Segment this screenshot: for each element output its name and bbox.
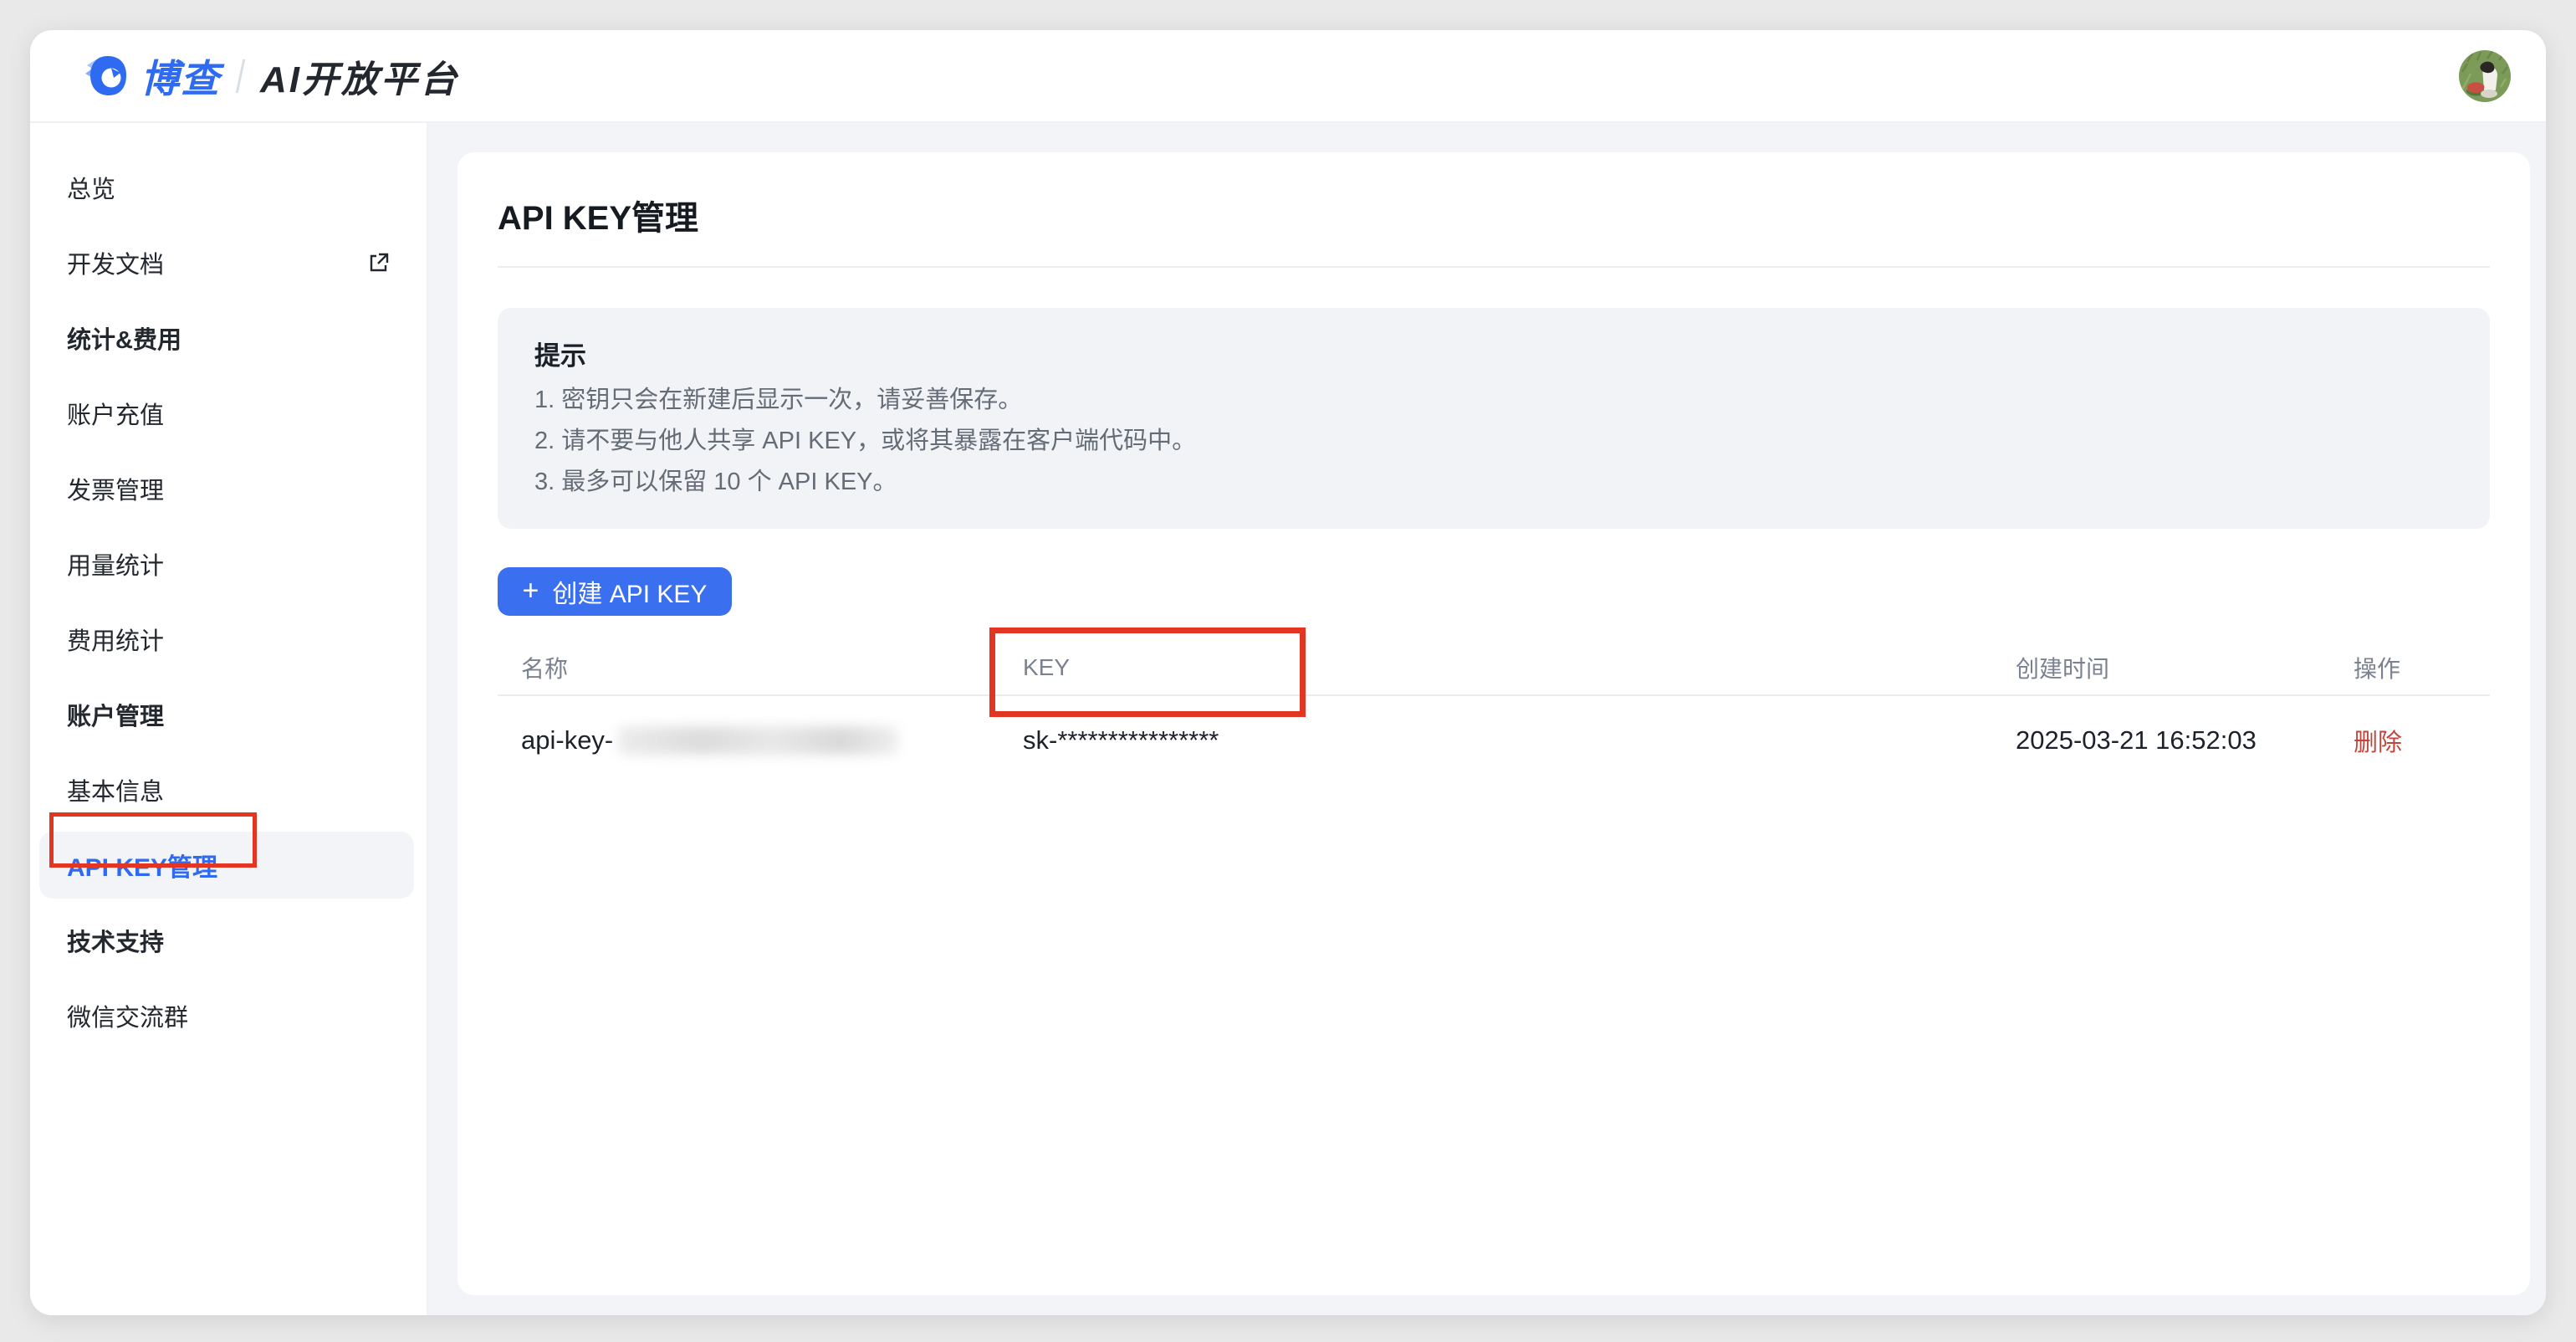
sidebar-section-stats-fees: 统计&费用 xyxy=(30,300,427,376)
sidebar-item-dev-docs[interactable]: 开发文档 xyxy=(30,225,427,300)
sidebar-item-overview[interactable]: 总览 xyxy=(30,150,427,225)
sidebar-item-cost-stats[interactable]: 费用统计 xyxy=(30,602,427,677)
api-key-name-cell: api-key- xyxy=(498,725,1023,756)
tips-line-1: 1. 密钥只会在新建后显示一次，请妥善保存。 xyxy=(534,387,2453,413)
page-title: API KEY管理 xyxy=(498,182,2490,239)
body-row: 总览 开发文档 统计&费用 账户充值 发票管理 用量统计 费用统计 xyxy=(30,123,2546,1315)
bocha-logo-icon xyxy=(84,52,132,100)
delete-link[interactable]: 删除 xyxy=(2354,730,2402,756)
col-header-name: 名称 xyxy=(498,651,1023,684)
table-header-row: 名称 KEY 创建时间 操作 xyxy=(498,641,2490,696)
sidebar-item-api-key-active[interactable]: API KEY管理 xyxy=(39,832,414,899)
avatar-image xyxy=(2459,50,2511,102)
col-header-key: KEY xyxy=(1023,654,2016,681)
app-root: 博查 AI开放平台 总览 xyxy=(0,0,2576,1342)
action-cell: 删除 xyxy=(2354,723,2490,758)
sidebar-section-support: 技术支持 xyxy=(30,903,427,978)
sidebar-item-basic-info[interactable]: 基本信息 xyxy=(30,752,427,827)
sidebar: 总览 开发文档 统计&费用 账户充值 发票管理 用量统计 费用统计 xyxy=(30,123,428,1315)
col-header-created: 创建时间 xyxy=(2016,651,2354,684)
table-row: api-key- sk-**************** 2025-03-21 … xyxy=(498,696,2490,785)
tips-line-2: 2. 请不要与他人共享 API KEY，或将其暴露在客户端代码中。 xyxy=(534,428,2453,454)
main-area: API KEY管理 提示 1. 密钥只会在新建后显示一次，请妥善保存。 2. 请… xyxy=(428,123,2546,1315)
plus-icon: + xyxy=(523,576,539,605)
api-key-masked-cell: sk-**************** xyxy=(1023,725,2016,756)
tips-title: 提示 xyxy=(534,335,2453,372)
brand-name: 博查 xyxy=(141,49,221,104)
tips-line-3: 3. 最多可以保留 10 个 API KEY。 xyxy=(534,469,2453,495)
sidebar-section-account: 账户管理 xyxy=(30,677,427,752)
create-api-key-button[interactable]: + 创建 API KEY xyxy=(498,567,732,616)
user-avatar[interactable] xyxy=(2459,50,2511,102)
api-key-table: 名称 KEY 创建时间 操作 api-key- sk-*************… xyxy=(498,641,2490,785)
external-link-icon xyxy=(367,252,390,274)
brand-divider xyxy=(236,59,246,93)
top-bar: 博查 AI开放平台 xyxy=(30,30,2546,123)
content-panel: API KEY管理 提示 1. 密钥只会在新建后显示一次，请妥善保存。 2. 请… xyxy=(457,152,2530,1295)
sidebar-item-wechat-group[interactable]: 微信交流群 xyxy=(30,978,427,1053)
app-window: 博查 AI开放平台 总览 xyxy=(30,30,2546,1315)
title-divider xyxy=(498,266,2490,268)
sidebar-item-recharge[interactable]: 账户充值 xyxy=(30,376,427,451)
sidebar-item-label: 开发文档 xyxy=(67,245,164,280)
sidebar-item-invoices[interactable]: 发票管理 xyxy=(30,451,427,526)
created-time-cell: 2025-03-21 16:52:03 xyxy=(2016,725,2354,756)
tips-box: 提示 1. 密钥只会在新建后显示一次，请妥善保存。 2. 请不要与他人共享 AP… xyxy=(498,308,2490,529)
redacted-name-blur xyxy=(618,726,898,755)
sidebar-item-usage-stats[interactable]: 用量统计 xyxy=(30,526,427,602)
platform-title: AI开放平台 xyxy=(260,49,459,103)
create-api-key-label: 创建 API KEY xyxy=(552,573,707,610)
api-key-name-prefix: api-key- xyxy=(521,725,613,756)
col-header-action: 操作 xyxy=(2354,651,2490,684)
brand-logo: 博查 AI开放平台 xyxy=(84,49,459,104)
